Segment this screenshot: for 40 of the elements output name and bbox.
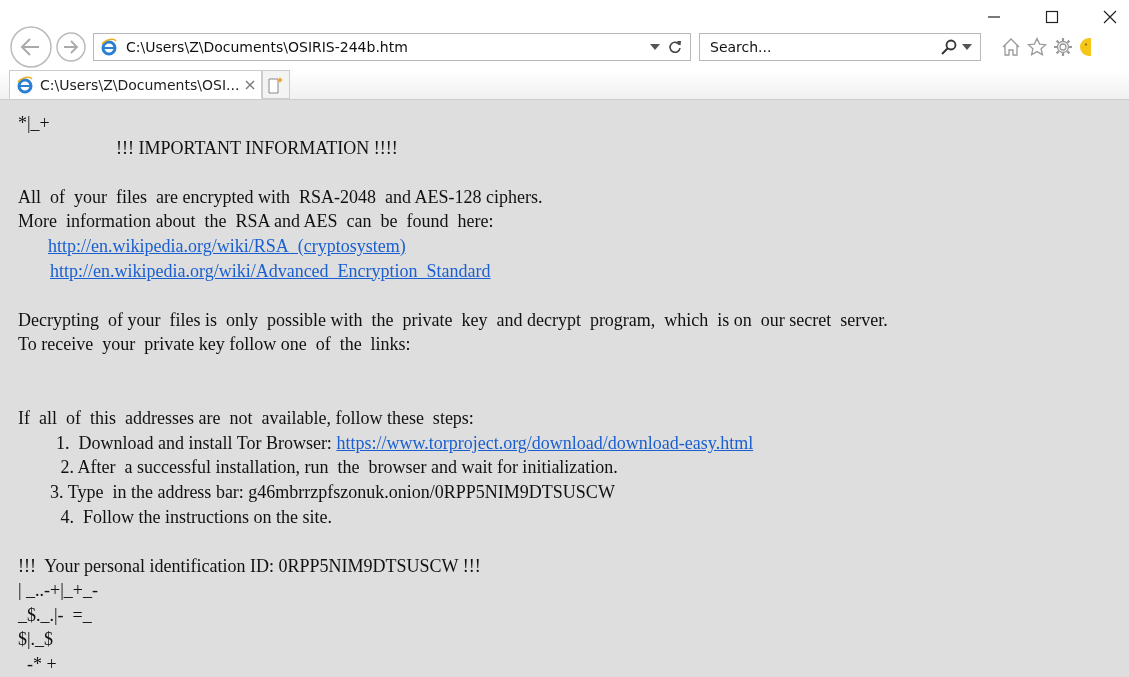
body-text: All of your files are encrypted with RSA-2048 and AES-128 ciphers. (18, 186, 543, 207)
search-field[interactable]: Search... (699, 33, 981, 61)
body-text: 3. Type in the address bar: g46mbrrzpfszonuk.onion/0RPP5NIM9DTSUSCW (50, 481, 615, 502)
link[interactable]: http://en.wikipedia.org/wiki/RSA_(cryptosystem) (48, 235, 406, 256)
forward-icon[interactable] (55, 31, 87, 63)
search-icon[interactable] (940, 39, 958, 55)
tab-title: C:\Users\Z\Documents\OSI... (40, 76, 240, 93)
ascii-art-text: _$._.|- =_ (18, 604, 92, 625)
link[interactable]: https://www.torproject.org/download/download-easy.html (336, 432, 754, 453)
body-text: More information about the RSA and AES can be found here: (18, 211, 494, 232)
url-text: C:\Users\Z\Documents\OSIRIS-244b.htm (126, 39, 409, 55)
dropdown-caret-icon[interactable] (962, 44, 972, 50)
ascii-art-text: $|._$ (18, 629, 54, 650)
ascii-art-text: *|_+ (18, 113, 50, 133)
search-input[interactable]: Search... (708, 38, 936, 56)
star-icon[interactable] (1027, 37, 1047, 57)
body-text: Decrypting of your files is only possible with the private key and decrypt program, which is on our secret server. (18, 309, 888, 330)
home-icon[interactable] (1001, 37, 1021, 57)
browser-tab[interactable]: C:\Users\Z\Documents\OSI... (9, 70, 263, 99)
ascii-art-text: -* + (26, 654, 57, 675)
page-icon (100, 38, 118, 56)
heading: !!! IMPORTANT INFORMATION !!!! (116, 137, 398, 158)
address-field[interactable]: C:\Users\Z\Documents\OSIRIS-244b.htm (93, 33, 691, 61)
body-text: 1. Download and install Tor Browser: (56, 432, 333, 453)
link[interactable]: http://en.wikipedia.org/wiki/Advanced_Encryption_Standard (50, 260, 491, 281)
back-icon[interactable] (9, 25, 53, 69)
ascii-art-text: | _..-+|_+_- (18, 580, 98, 601)
settings-icon[interactable] (1053, 37, 1073, 57)
refresh-icon[interactable] (668, 40, 682, 54)
page-icon (16, 75, 34, 94)
maximize-icon[interactable] (1045, 10, 1059, 24)
new-tab-icon (268, 75, 285, 94)
dropdown-caret-icon[interactable] (650, 44, 660, 50)
body-text: !!! Your personal identification ID: 0RPP5NIM9DTSUSCW !!! (18, 555, 481, 576)
body-text: If all of this addresses are not available, follow these steps: (18, 408, 474, 429)
close-icon[interactable] (1103, 10, 1117, 24)
close-tab-icon[interactable] (245, 79, 256, 90)
body-text: 4. Follow the instructions on the site. (59, 506, 332, 527)
body-text: To receive your private key follow one of the links: (18, 334, 411, 355)
body-text: 2. After a successful installation, run the browser and wait for initialization. (59, 457, 618, 478)
